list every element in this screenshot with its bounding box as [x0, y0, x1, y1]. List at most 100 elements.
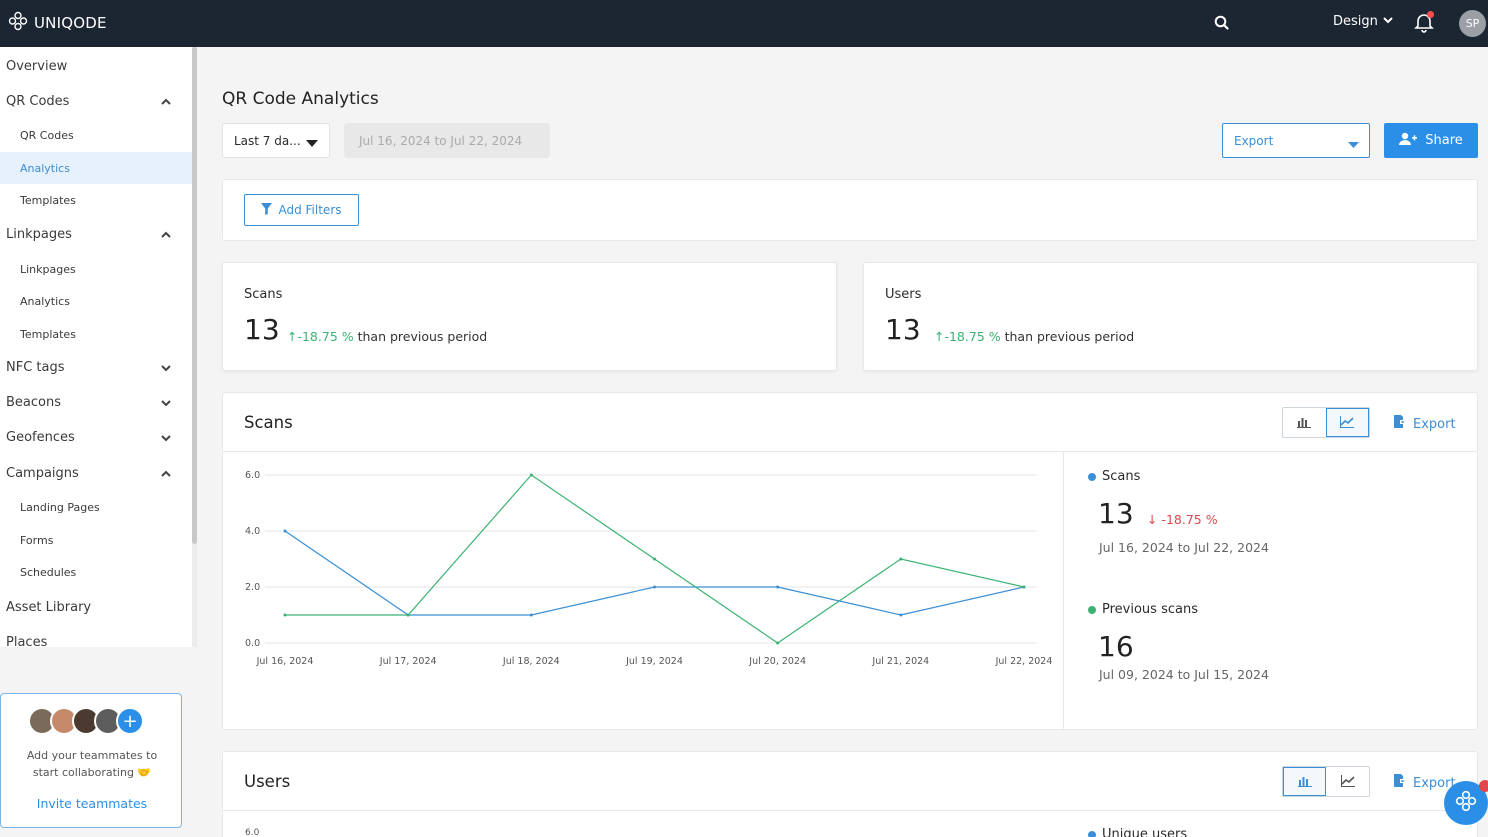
chart-export-label: Export [1413, 416, 1456, 432]
sidebar-item-schedules[interactable]: Schedules [0, 556, 192, 588]
sidebar-scrollbar[interactable] [192, 47, 197, 544]
help-badge [1479, 780, 1488, 792]
sidebar-item-asset-library[interactable]: Asset Library [0, 590, 192, 625]
uniqode-logo-icon [1455, 790, 1477, 816]
card-title: Users [244, 772, 291, 791]
chart-export-button[interactable]: Export [1393, 774, 1456, 792]
data-point [1022, 585, 1026, 589]
invite-teammates-text: Add your teammates to start collaboratin… [1, 747, 183, 781]
sidebar-item-qr-analytics[interactable]: Analytics [0, 152, 192, 184]
x-tick-label: Jul 19, 2024 [625, 656, 683, 667]
brand-logo[interactable]: UNIQODE [8, 11, 107, 35]
date-range-select-value: Last 7 da... [234, 133, 301, 148]
sidebar-item-beacons[interactable]: Beacons [0, 385, 192, 420]
stat-change: ↑-18.75 % than previous period [287, 329, 487, 344]
stat-change-note: than previous period [1004, 329, 1135, 344]
legend-dot [1088, 830, 1096, 837]
sidebar-item-linkpages-analytics[interactable]: Analytics [0, 285, 192, 317]
stat-value: 13 [244, 313, 280, 346]
sidebar-item-nfc-tags[interactable]: NFC tags [0, 350, 192, 385]
sidebar-item-linkpages[interactable]: Linkpages [0, 253, 192, 285]
page-title: QR Code Analytics [222, 89, 379, 109]
add-filters-label: Add Filters [278, 203, 342, 217]
legend-unique-users: Unique users [1088, 827, 1187, 837]
y-tick-label: 0.0 [245, 638, 260, 649]
data-point [899, 557, 903, 561]
x-tick-label: Jul 18, 2024 [502, 656, 560, 667]
sidebar-item-label: Forms [20, 533, 54, 547]
teammate-avatars: + [28, 707, 144, 735]
add-teammate-icon[interactable]: + [116, 707, 144, 735]
sidebar-item-qr-codes-group[interactable]: QR Codes [0, 84, 192, 119]
data-point [776, 641, 780, 645]
sidebar-item-label: Places [6, 635, 48, 647]
scans-line-chart: 0.0 2.0 4.0 6.0 Jul 16, 2024 Jul 17, 2024 Jul … [245, 470, 1053, 667]
stat-label: Users [885, 287, 922, 302]
sidebar-item-geofences[interactable]: Geofences [0, 420, 192, 455]
sidebar-item-overview[interactable]: Overview [0, 49, 192, 84]
data-point [529, 473, 533, 477]
brand-name: UNIQODE [34, 14, 107, 32]
invite-teammates-card: + Add your teammates to start collaborat… [0, 693, 182, 828]
sidebar-item-forms[interactable]: Forms [0, 524, 192, 556]
legend-label: Unique users [1102, 827, 1188, 837]
add-filters-button[interactable]: Add Filters [244, 194, 359, 226]
current-scans-value: 13 [1098, 497, 1134, 530]
sidebar-item-label: Linkpages [6, 227, 72, 242]
sidebar-item-qr-templates[interactable]: Templates [0, 184, 192, 216]
chevron-down-icon [160, 362, 172, 374]
uniqode-logo-icon [8, 11, 28, 35]
legend-scans: Scans [1088, 469, 1140, 484]
users-chart-card: Users Export 6.0 Unique users [222, 751, 1478, 837]
share-button[interactable]: Share [1384, 123, 1478, 158]
current-scans-change: ↓ -18.75 % [1147, 512, 1218, 527]
stat-change-note: than previous period [357, 329, 488, 344]
sidebar-item-linkpages-group[interactable]: Linkpages [0, 217, 192, 252]
search-icon[interactable] [1213, 14, 1231, 32]
sidebar-item-qr-codes[interactable]: QR Codes [0, 119, 192, 151]
sidebar-item-campaigns-group[interactable]: Campaigns [0, 456, 192, 491]
sidebar-item-landing-pages[interactable]: Landing Pages [0, 491, 192, 523]
sidebar-item-places[interactable]: Places [0, 625, 192, 647]
sidebar-item-label: Analytics [20, 294, 70, 308]
data-point [283, 613, 287, 617]
sidebar-item-label: Templates [20, 327, 76, 341]
sidebar-item-label: Linkpages [20, 262, 76, 276]
scans-summary-card: Scans 13 ↑-18.75 % than previous period [222, 262, 837, 371]
bar-chart-toggle[interactable] [1283, 767, 1327, 796]
y-axis-tick: 6.0 [245, 828, 260, 837]
current-scans-range: Jul 16, 2024 to Jul 22, 2024 [1099, 540, 1269, 555]
date-range-select[interactable]: Last 7 da... [222, 123, 330, 158]
data-point [776, 585, 780, 589]
export-select[interactable]: Export [1222, 123, 1370, 158]
top-bar: UNIQODE Design SP [0, 0, 1488, 47]
chevron-down-icon [160, 432, 172, 444]
invite-teammates-link[interactable]: Invite teammates [1, 796, 183, 811]
design-menu[interactable]: Design [1333, 14, 1394, 29]
data-point [406, 613, 410, 617]
sidebar: Overview QR Codes QR Codes Analytics Tem… [0, 47, 192, 647]
series-line-scans [284, 530, 1025, 616]
chart-export-button[interactable]: Export [1393, 415, 1456, 433]
sidebar-item-label: QR Codes [20, 128, 74, 142]
add-user-icon [1399, 132, 1418, 150]
stat-change-value: ↑-18.75 % [934, 329, 1001, 344]
x-tick-label: Jul 22, 2024 [995, 656, 1053, 667]
y-tick-label: 4.0 [245, 526, 260, 537]
sidebar-item-label: NFC tags [6, 360, 65, 375]
line-chart-toggle[interactable] [1325, 408, 1369, 437]
filter-icon [261, 202, 273, 218]
chevron-up-icon [160, 468, 172, 480]
sidebar-item-label: Overview [6, 59, 68, 74]
stat-value: 13 [885, 313, 921, 346]
sidebar-item-label: Landing Pages [20, 500, 100, 514]
sidebar-item-linkpages-templates[interactable]: Templates [0, 318, 192, 350]
export-select-label: Export [1234, 133, 1274, 148]
user-avatar[interactable]: SP [1459, 10, 1486, 37]
bar-chart-toggle[interactable] [1283, 408, 1326, 437]
users-summary-card: Users 13 ↑-18.75 % than previous period [863, 262, 1478, 371]
legend-dot [1088, 472, 1096, 481]
line-chart-toggle[interactable] [1326, 767, 1369, 796]
chevron-down-icon [160, 397, 172, 409]
x-tick-label: Jul 20, 2024 [748, 656, 806, 667]
